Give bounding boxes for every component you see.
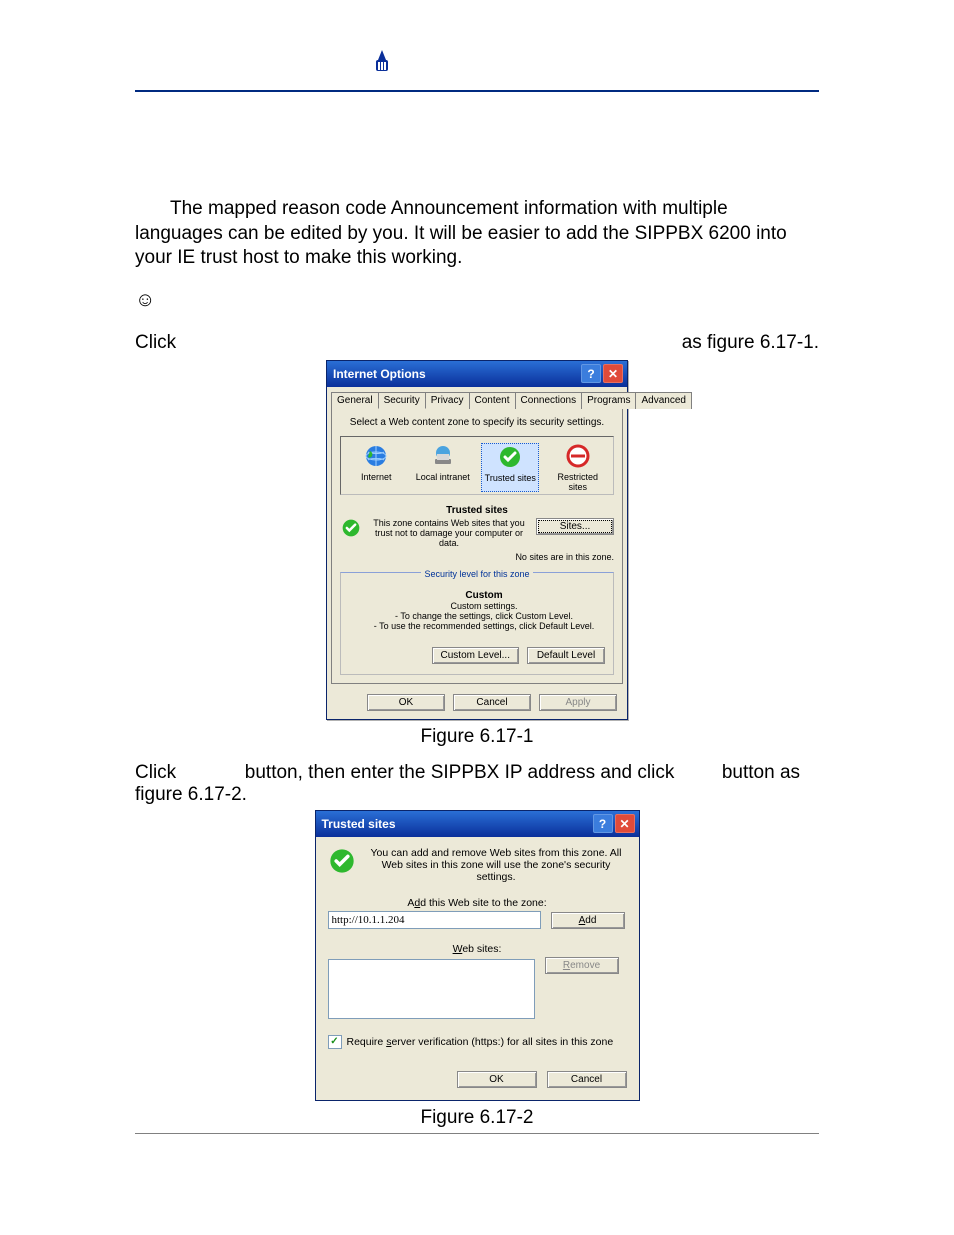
dialog-title: Internet Options bbox=[333, 367, 426, 381]
custom-line: Custom settings. bbox=[363, 601, 605, 611]
cancel-button[interactable]: Cancel bbox=[453, 694, 531, 711]
tab-connections[interactable]: Connections bbox=[515, 392, 583, 409]
remove-button[interactable]: Remove bbox=[545, 957, 619, 974]
default-level-button[interactable]: Default Level bbox=[527, 647, 605, 664]
tab-security[interactable]: Security bbox=[378, 392, 426, 409]
close-button[interactable]: ✕ bbox=[603, 364, 623, 383]
dialog-title: Trusted sites bbox=[322, 817, 396, 831]
ok-button[interactable]: OK bbox=[457, 1071, 537, 1088]
zone-label: Internet bbox=[361, 472, 392, 482]
zone-label: Restricted sites bbox=[557, 472, 598, 492]
smiley-icon: ☺ bbox=[135, 289, 819, 312]
restricted-icon bbox=[565, 443, 591, 469]
zone-local-intranet[interactable]: Local intranet bbox=[415, 443, 471, 492]
ok-button[interactable]: OK bbox=[367, 694, 445, 711]
web-sites-label: Web sites: bbox=[328, 943, 627, 955]
intro-paragraph: The mapped reason code Announcement info… bbox=[135, 197, 819, 271]
close-button[interactable]: ✕ bbox=[615, 814, 635, 833]
custom-line: - To change the settings, click Custom L… bbox=[363, 611, 605, 621]
custom-line: - To use the recommended settings, click… bbox=[363, 621, 605, 631]
tab-strip: General Security Privacy Content Connect… bbox=[327, 387, 627, 408]
zone-description: This zone contains Web sites that you tr… bbox=[368, 518, 530, 548]
require-https-label: Require server verification (https:) for… bbox=[347, 1036, 614, 1048]
custom-level-button[interactable]: Custom Level... bbox=[432, 647, 519, 664]
click-label: Click bbox=[135, 332, 176, 354]
figure-caption: Figure 6.17-2 bbox=[135, 1107, 819, 1129]
add-site-input[interactable] bbox=[328, 911, 541, 929]
zone-label: Trusted sites bbox=[485, 473, 536, 483]
trusted-icon bbox=[497, 444, 523, 470]
zone-label: Local intranet bbox=[416, 472, 470, 482]
cancel-button[interactable]: Cancel bbox=[547, 1071, 627, 1088]
intranet-icon bbox=[430, 443, 456, 469]
header-rule bbox=[135, 50, 819, 92]
mid-paragraph: Click button, then enter the SIPPBX IP a… bbox=[135, 762, 819, 806]
zone-restricted-sites[interactable]: Restricted sites bbox=[550, 443, 606, 492]
tab-programs[interactable]: Programs bbox=[581, 392, 636, 409]
dialog-description: You can add and remove Web sites from th… bbox=[366, 847, 627, 883]
titlebar[interactable]: Trusted sites ? ✕ bbox=[316, 811, 639, 837]
sites-button[interactable]: Sites... bbox=[536, 518, 614, 535]
tab-content[interactable]: Content bbox=[469, 392, 516, 409]
trusted-sites-dialog: Trusted sites ? ✕ You can add and remove… bbox=[315, 810, 640, 1101]
help-button[interactable]: ? bbox=[593, 814, 613, 833]
custom-title: Custom bbox=[363, 590, 605, 601]
apply-button[interactable]: Apply bbox=[539, 694, 617, 711]
globe-icon bbox=[363, 443, 389, 469]
logo-icon bbox=[365, 47, 399, 81]
add-button[interactable]: Add bbox=[551, 912, 625, 929]
figure-caption: Figure 6.17-1 bbox=[135, 726, 819, 748]
zone-list: Internet Local intranet Trusted sites bbox=[340, 436, 614, 495]
help-button[interactable]: ? bbox=[581, 364, 601, 383]
zone-trusted-sites[interactable]: Trusted sites bbox=[481, 443, 539, 492]
tab-general[interactable]: General bbox=[331, 392, 379, 409]
tab-advanced[interactable]: Advanced bbox=[635, 392, 691, 409]
footer-rule bbox=[135, 1133, 819, 1135]
trusted-icon bbox=[328, 847, 356, 878]
zone-internet[interactable]: Internet bbox=[348, 443, 404, 492]
as-figure-label: as figure 6.17-1. bbox=[682, 332, 819, 354]
no-sites-text: No sites are in this zone. bbox=[340, 552, 614, 562]
select-zone-instr: Select a Web content zone to specify its… bbox=[340, 417, 614, 428]
trusted-sites-heading: Trusted sites bbox=[340, 505, 614, 516]
add-site-label: Add this Web site to the zone: bbox=[328, 897, 627, 909]
require-https-checkbox[interactable] bbox=[328, 1035, 342, 1049]
internet-options-dialog: Internet Options ? ✕ General Security Pr… bbox=[326, 360, 628, 720]
security-level-legend: Security level for this zone bbox=[421, 569, 532, 579]
trusted-icon bbox=[340, 518, 362, 541]
tab-privacy[interactable]: Privacy bbox=[425, 392, 470, 409]
web-sites-listbox[interactable] bbox=[328, 959, 535, 1019]
titlebar[interactable]: Internet Options ? ✕ bbox=[327, 361, 627, 387]
